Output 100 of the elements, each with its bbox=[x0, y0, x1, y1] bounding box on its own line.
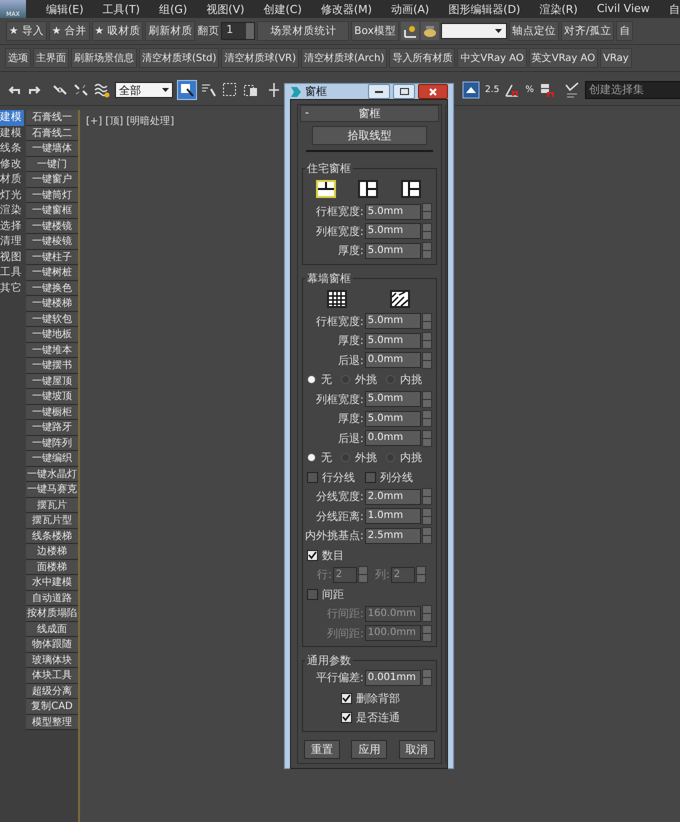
number-field[interactable]: 5.0mm bbox=[364, 204, 421, 220]
dropdown[interactable] bbox=[440, 23, 507, 39]
radio-option[interactable]: 外挑 bbox=[341, 372, 377, 388]
toolbar-button[interactable]: ★ 导入 bbox=[6, 21, 47, 41]
tool-button[interactable]: 水中建模 bbox=[26, 575, 78, 590]
tool-button[interactable]: 一键窗户 bbox=[26, 172, 78, 188]
category-tab[interactable]: 灯光 bbox=[0, 188, 24, 203]
menu-item[interactable]: 修改器(M) bbox=[320, 2, 372, 16]
toolbar-button[interactable]: 选项 bbox=[5, 48, 31, 68]
tool-button[interactable]: 一键软包 bbox=[26, 312, 78, 327]
radio-option[interactable]: 内挑 bbox=[386, 450, 422, 466]
tool-button[interactable]: 一键路牙 bbox=[26, 420, 78, 436]
page-spinner[interactable]: 1 bbox=[221, 22, 256, 40]
number-field[interactable]: 5.0mm bbox=[364, 242, 421, 259]
checkbox-option[interactable]: 行分线 bbox=[307, 470, 355, 485]
toolbar-button[interactable]: 刷新材质 bbox=[145, 21, 196, 41]
toolbar-button[interactable]: VRay bbox=[600, 48, 632, 68]
checkbox-option[interactable]: 数目 bbox=[307, 548, 344, 563]
tool-button[interactable]: 一键楼梯 bbox=[26, 296, 78, 312]
category-tab[interactable]: 材质 bbox=[0, 172, 24, 188]
menu-item[interactable]: 视图(V) bbox=[206, 2, 244, 16]
number-field[interactable]: 2.0mm bbox=[364, 488, 421, 505]
pick-button[interactable]: 拾取线型 bbox=[312, 126, 427, 145]
tool-button[interactable]: 一键水晶灯 bbox=[26, 466, 78, 482]
number-field[interactable]: 5.0mm bbox=[364, 223, 421, 240]
tool-button[interactable]: 物体跟随 bbox=[26, 637, 78, 652]
pivot-icon[interactable] bbox=[400, 22, 419, 40]
menu-item[interactable]: 渲染(R) bbox=[539, 2, 578, 16]
toolbar-button[interactable]: ★ 合并 bbox=[48, 21, 90, 41]
toolbar-button[interactable]: 中文VRay AO bbox=[457, 48, 527, 68]
menu-item[interactable]: 编辑(E) bbox=[46, 2, 84, 16]
tool-button[interactable]: 一键坡顶 bbox=[26, 389, 78, 404]
toolbar-button[interactable]: 主界面 bbox=[33, 48, 69, 68]
category-tab[interactable]: 其它 bbox=[0, 280, 24, 296]
tool-button[interactable]: 复制CAD bbox=[26, 699, 78, 714]
radio-option[interactable]: 外挑 bbox=[341, 450, 377, 466]
dialog-button[interactable]: 应用 bbox=[351, 740, 388, 758]
menu-item[interactable]: 动画(A) bbox=[391, 2, 430, 16]
menu-item[interactable]: 图形编辑器(D) bbox=[448, 2, 520, 16]
tool-button[interactable]: 一键棱镜 bbox=[26, 234, 78, 250]
rectangle-select-icon[interactable] bbox=[222, 82, 238, 98]
menu-item[interactable]: 自 bbox=[668, 2, 680, 16]
number-field[interactable]: 1.0mm bbox=[364, 508, 421, 524]
snap-toggle[interactable]: 2.5 bbox=[485, 85, 500, 95]
tool-button[interactable]: 线成面 bbox=[26, 622, 78, 637]
tool-button[interactable]: 一键编织 bbox=[26, 451, 78, 466]
tool-button[interactable]: 一键楼镜 bbox=[26, 218, 78, 234]
tool-button[interactable]: 按材质塌陷 bbox=[26, 606, 78, 622]
category-tab[interactable]: 建模 bbox=[0, 110, 24, 126]
select-object-icon[interactable] bbox=[178, 81, 196, 99]
tool-button[interactable]: 摆瓦片型 bbox=[26, 513, 78, 528]
move-icon[interactable] bbox=[268, 82, 280, 98]
toolbar-button[interactable]: 对齐/孤立 bbox=[560, 21, 614, 41]
dialog-button[interactable]: 取消 bbox=[398, 740, 435, 758]
viewport-icon[interactable] bbox=[462, 81, 480, 99]
wave-icon[interactable] bbox=[94, 82, 110, 98]
tool-button[interactable]: 线条楼梯 bbox=[26, 528, 78, 544]
tool-button[interactable]: 石膏线二 bbox=[26, 126, 78, 141]
radio-option[interactable]: 内挑 bbox=[386, 372, 422, 388]
tool-button[interactable]: 一键窗框 bbox=[26, 203, 78, 218]
menu-item[interactable]: 组(G) bbox=[159, 2, 188, 16]
category-tab[interactable]: 选择 bbox=[0, 218, 24, 234]
tool-button[interactable]: 一键柱子 bbox=[26, 250, 78, 265]
tool-button[interactable]: 一键屋顶 bbox=[26, 374, 78, 389]
toolbar-button[interactable]: 轴点定位 bbox=[508, 21, 559, 41]
tool-button[interactable]: 超级分离 bbox=[26, 684, 78, 699]
radio-option[interactable]: 无 bbox=[307, 450, 332, 466]
tool-button[interactable]: 面楼梯 bbox=[26, 560, 78, 575]
toolbar-button[interactable]: ★ 吸材质 bbox=[92, 21, 144, 41]
number-field[interactable]: 2.5mm bbox=[364, 528, 421, 544]
number-field[interactable]: 5.0mm bbox=[364, 410, 421, 427]
toolbar-button[interactable]: 场景材质统计 bbox=[257, 21, 350, 41]
tool-button[interactable]: 一键摆书 bbox=[26, 358, 78, 374]
window-crossing-icon[interactable] bbox=[243, 82, 259, 98]
category-tab[interactable]: 视图 bbox=[0, 250, 24, 265]
angle-snap-icon[interactable] bbox=[504, 82, 520, 98]
teapot-icon[interactable] bbox=[420, 22, 439, 40]
checkbox-option[interactable]: 删除背部 bbox=[341, 690, 400, 706]
percent-snap-toggle[interactable]: % bbox=[525, 85, 534, 95]
toolbar-button[interactable]: 清空材质球(Arch) bbox=[301, 48, 388, 68]
select-by-name-icon[interactable] bbox=[201, 82, 217, 98]
tool-button[interactable]: 一键换色 bbox=[26, 280, 78, 296]
tool-button[interactable]: 一键树桩 bbox=[26, 265, 78, 280]
frame-type-icon[interactable] bbox=[389, 288, 412, 308]
number-field[interactable]: 5.0mm bbox=[364, 332, 421, 349]
category-tab[interactable]: 渲染 bbox=[0, 203, 24, 218]
number-field[interactable]: 0.0mm bbox=[364, 352, 421, 368]
checkbox-option[interactable]: 间距 bbox=[307, 586, 344, 602]
tool-button[interactable]: 石膏线一 bbox=[26, 110, 78, 126]
named-selection-field[interactable]: 创建选择集 bbox=[584, 81, 680, 99]
category-tab[interactable]: 工具 bbox=[0, 265, 24, 280]
tool-button[interactable]: 一键筒灯 bbox=[26, 188, 78, 203]
frame-type-icon[interactable] bbox=[326, 288, 348, 308]
tool-button[interactable]: 模型整理 bbox=[26, 714, 78, 730]
tool-button[interactable]: 玻璃体块 bbox=[26, 652, 78, 668]
tool-button[interactable]: 体块工具 bbox=[26, 668, 78, 684]
dialog-button[interactable]: 重置 bbox=[304, 740, 340, 758]
tool-button[interactable]: 一键门 bbox=[26, 156, 78, 172]
selection-filter-dropdown[interactable]: 全部 bbox=[115, 82, 173, 98]
category-tab[interactable]: 清理 bbox=[0, 234, 24, 250]
